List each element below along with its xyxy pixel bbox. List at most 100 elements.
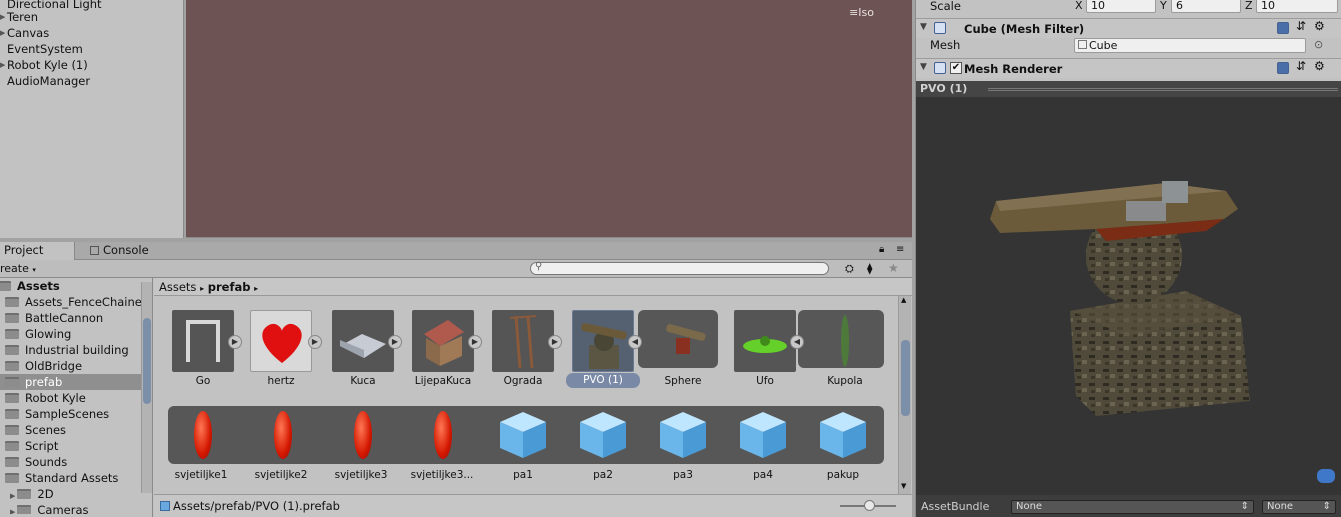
tree-item[interactable]: Script: [5, 438, 58, 454]
preset-icon[interactable]: ⇵: [1296, 59, 1306, 73]
projection-toggle[interactable]: ≡Iso: [849, 6, 874, 19]
collapse-arrow-icon[interactable]: ▼: [920, 22, 927, 32]
cannon-preview-model[interactable]: [976, 171, 1266, 421]
tab-console[interactable]: Console: [86, 242, 166, 260]
asset-thumb-svjetiljke3-2[interactable]: [434, 411, 452, 459]
asset-bundle-dropdown[interactable]: None ⇕: [1011, 500, 1254, 514]
collapse-prefab-arrow-icon[interactable]: ◀: [628, 335, 642, 349]
hierarchy-item[interactable]: AudioManager: [7, 73, 90, 89]
search-input[interactable]: ⚲: [530, 261, 829, 275]
panel-menu-icon[interactable]: ≡: [896, 244, 904, 255]
drag-handle[interactable]: [988, 88, 1338, 91]
gear-icon[interactable]: ⚙: [1314, 19, 1325, 33]
hierarchy-item[interactable]: ▶ Teren: [0, 9, 38, 25]
tree-item[interactable]: Standard Assets: [5, 470, 118, 486]
asset-thumb-kupola[interactable]: [814, 310, 876, 372]
help-book-icon[interactable]: [1277, 62, 1289, 74]
scroll-up-arrow-icon[interactable]: ▲: [901, 296, 906, 304]
asset-thumb-pa4[interactable]: [738, 410, 788, 460]
tree-item[interactable]: Industrial building: [5, 342, 129, 358]
asset-thumb-hertz[interactable]: [250, 310, 312, 372]
tree-scrollbar[interactable]: [141, 282, 152, 493]
lock-icon[interactable]: 🔒︎: [879, 244, 884, 255]
mesh-renderer-header[interactable]: ▼ ✔ Mesh Renderer ⇵ ⚙: [916, 58, 1341, 78]
expand-arrow-icon[interactable]: ▶: [0, 57, 6, 73]
tree-item-label: Script: [25, 439, 59, 453]
create-button[interactable]: reate ▾: [0, 262, 36, 275]
tree-item[interactable]: Assets_FenceChained: [5, 294, 149, 310]
asset-thumb-pa2[interactable]: [578, 410, 628, 460]
scrollbar-thumb[interactable]: [901, 340, 910, 416]
thumbnail-size-slider[interactable]: [840, 500, 896, 511]
expand-arrow-icon[interactable]: ▶: [0, 9, 6, 25]
tree-item[interactable]: Robot Kyle: [5, 390, 86, 406]
filter-by-type-icon[interactable]: ⛭: [845, 262, 854, 276]
asset-thumb-svjetiljke1[interactable]: [194, 411, 212, 459]
slider-thumb[interactable]: [864, 500, 875, 511]
asset-thumb-go[interactable]: [172, 310, 234, 372]
gear-icon[interactable]: ⚙: [1314, 59, 1325, 73]
hierarchy-item[interactable]: EventSystem: [7, 41, 83, 57]
tab-project[interactable]: Project: [0, 242, 75, 260]
inspector-panel: Scale X 10 Y 6 Z 10 ▼ Cube (Mesh Filter)…: [915, 0, 1341, 81]
tree-item[interactable]: ▶ Cameras: [10, 502, 89, 514]
expand-arrow-icon[interactable]: ▶: [10, 492, 15, 500]
preview-titlebar[interactable]: PVO (1): [916, 81, 1341, 97]
mesh-renderer-enabled-checkbox[interactable]: ✔: [950, 62, 962, 74]
scroll-down-arrow-icon[interactable]: ▼: [901, 482, 906, 490]
asset-thumb-svjetiljke2[interactable]: [274, 411, 292, 459]
scale-y-field[interactable]: 6: [1171, 0, 1241, 13]
scale-z-field[interactable]: 10: [1256, 0, 1338, 13]
collapse-prefab-arrow-icon[interactable]: ◀: [790, 335, 804, 349]
asset-thumb-pa3[interactable]: [658, 410, 708, 460]
hierarchy-item[interactable]: ▶ Robot Kyle (1): [0, 57, 88, 73]
tree-item[interactable]: BattleCannon: [5, 310, 103, 326]
asset-variant-dropdown[interactable]: None ⇕: [1262, 500, 1336, 514]
asset-label: svjetiljke3: [334, 469, 388, 481]
expand-prefab-arrow-icon[interactable]: ▶: [548, 335, 562, 349]
asset-thumb-svjetiljke3[interactable]: [354, 411, 372, 459]
scale-x-field[interactable]: 10: [1086, 0, 1156, 13]
tree-item-assets[interactable]: Assets: [0, 278, 60, 294]
tree-item[interactable]: Scenes: [5, 422, 66, 438]
asset-thumb-ograda[interactable]: [492, 310, 554, 372]
mesh-filter-header[interactable]: ▼ Cube (Mesh Filter) ⇵ ⚙: [916, 18, 1341, 38]
preset-icon[interactable]: ⇵: [1296, 19, 1306, 33]
tree-item[interactable]: ▶ 2D: [10, 486, 54, 502]
hierarchy-panel: Directional Light ▶ Teren ▶ Canvas EventSy…: [0, 0, 184, 238]
asset-thumb-lijepakuca[interactable]: [412, 310, 474, 372]
tree-item[interactable]: Sounds: [5, 454, 67, 470]
breadcrumb-prefab[interactable]: prefab: [208, 280, 251, 294]
asset-thumb-pa1[interactable]: [498, 410, 548, 460]
asset-thumb-pakup[interactable]: [818, 410, 868, 460]
collapse-arrow-icon[interactable]: ▼: [920, 62, 927, 72]
expand-prefab-arrow-icon[interactable]: ▶: [228, 335, 242, 349]
hierarchy-item[interactable]: ▶ Canvas: [0, 25, 49, 41]
asset-thumb-pvo-1-selected[interactable]: [572, 310, 634, 372]
expand-arrow-icon[interactable]: ▶: [10, 508, 15, 514]
scrollbar-thumb[interactable]: [143, 318, 151, 404]
tree-item-selected[interactable]: prefab: [0, 374, 141, 390]
asset-thumb-kuca[interactable]: [332, 310, 394, 372]
scene-view[interactable]: ≡Iso: [186, 0, 912, 238]
asset-grid-scrollbar[interactable]: ▲ ▼: [898, 296, 911, 494]
tree-item[interactable]: Glowing: [5, 326, 71, 342]
asset-label-icon[interactable]: [1317, 469, 1335, 483]
asset-thumb-sphere[interactable]: [654, 314, 716, 376]
scale-label: Scale: [930, 0, 961, 13]
tree-item[interactable]: OldBridge: [5, 358, 82, 374]
expand-prefab-arrow-icon[interactable]: ▶: [468, 335, 482, 349]
mesh-object-field[interactable]: Cube: [1074, 38, 1306, 53]
expand-prefab-arrow-icon[interactable]: ▶: [308, 335, 322, 349]
object-picker-icon[interactable]: ⊙: [1314, 38, 1323, 51]
asset-thumb-ufo[interactable]: [734, 310, 796, 372]
expand-prefab-arrow-icon[interactable]: ▶: [388, 335, 402, 349]
favorite-star-icon[interactable]: ★: [888, 261, 899, 275]
asset-label: hertz: [267, 375, 295, 387]
breadcrumb-assets[interactable]: Assets: [159, 280, 196, 294]
filter-by-label-icon[interactable]: ⧫: [867, 262, 872, 275]
expand-arrow-icon[interactable]: ▶: [0, 25, 6, 41]
help-book-icon[interactable]: [1277, 22, 1289, 34]
tree-item[interactable]: SampleScenes: [5, 406, 109, 422]
preview-panel[interactable]: PVO (1) AssetBundle None ⇕ None ⇕: [915, 81, 1341, 517]
